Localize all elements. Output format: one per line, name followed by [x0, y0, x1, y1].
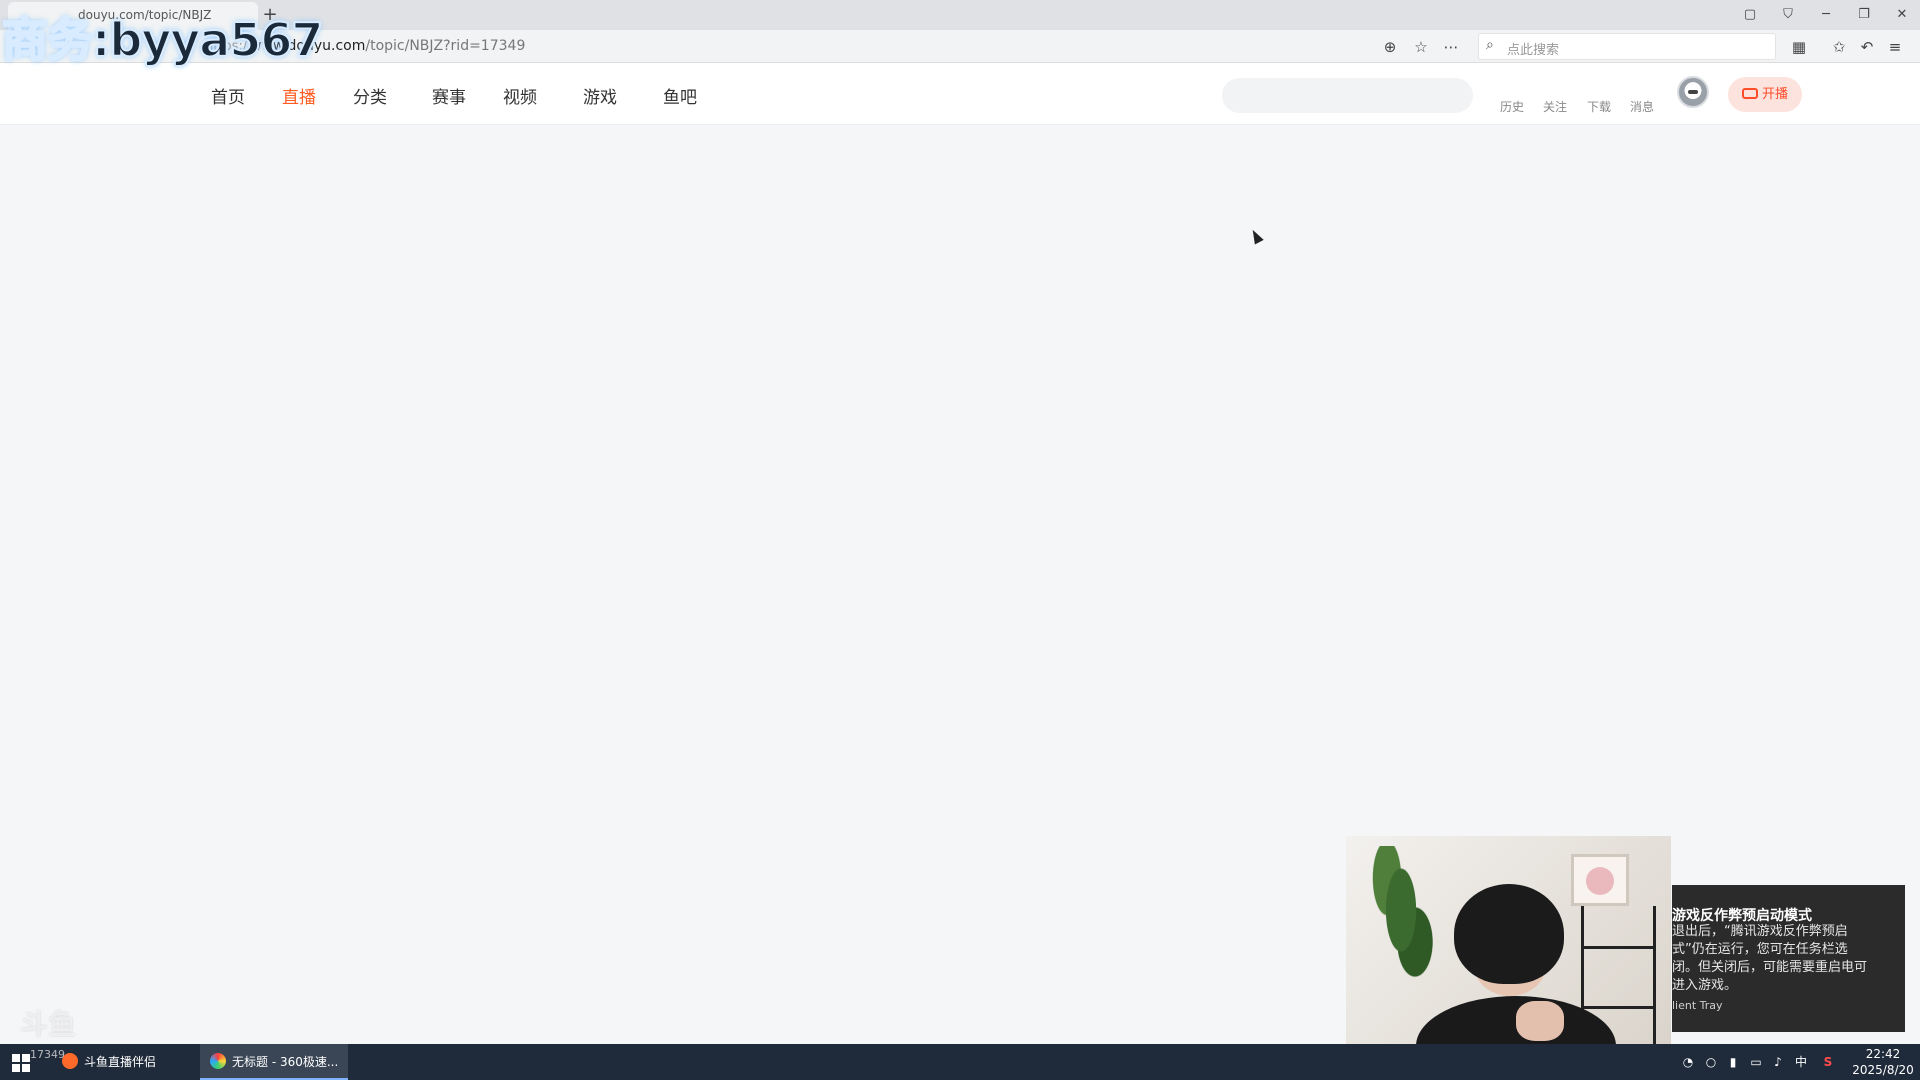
volume-icon[interactable]: ♪: [1770, 1054, 1786, 1070]
camera-icon: [1741, 88, 1758, 99]
nav-category[interactable]: 分类: [353, 83, 387, 108]
window-count-icon[interactable]: ▢: [1736, 4, 1764, 26]
taskbar-app-label: 斗鱼直播伴侣: [84, 1055, 157, 1069]
restore-button[interactable]: ❐: [1850, 4, 1878, 26]
nav-live[interactable]: 直播: [282, 83, 316, 108]
sogou-input-icon[interactable]: S: [1820, 1054, 1836, 1070]
clock-time: 22:42: [1865, 1047, 1901, 1061]
close-button[interactable]: ✕: [1888, 4, 1916, 26]
tray-game-icon[interactable]: ◔: [1680, 1054, 1696, 1070]
avatar[interactable]: [1677, 76, 1709, 108]
desktop-room-id: 17349: [30, 1048, 65, 1061]
browser-app-icon: [210, 1053, 226, 1069]
nav-events[interactable]: 赛事: [432, 83, 466, 108]
windows-start-icon[interactable]: [12, 1054, 30, 1072]
notification-source: lient Tray: [1672, 999, 1723, 1012]
history-link[interactable]: 历史: [1500, 98, 1524, 115]
browser-search-box[interactable]: ⌕ 点此搜索: [1478, 33, 1776, 60]
notification-title: 游戏反作弊预启动模式: [1672, 908, 1812, 924]
notification-toast[interactable]: 游戏反作弊预启动模式 退出后，“腾讯游戏反作弊预启式”仍在运行，您可在任务栏选闭…: [1672, 885, 1905, 1032]
undo-icon[interactable]: ↶: [1857, 37, 1877, 57]
nav-video[interactable]: 视频: [503, 83, 537, 108]
more-icon[interactable]: ⋯: [1441, 37, 1461, 57]
taskbar: 斗鱼直播伴侣 无标题 - 360极速... ◔ ○ ▮ ▭ ♪ 中 S 22:4…: [0, 1044, 1920, 1080]
site-search-input[interactable]: [1222, 78, 1473, 113]
notification-body: 退出后，“腾讯游戏反作弊预启式”仍在运行，您可在任务栏选闭。但关闭后，可能需要重…: [1672, 924, 1868, 993]
microphone-icon[interactable]: ▮: [1725, 1054, 1741, 1070]
url-input[interactable]: https:// www.douyu.com/topic/NBJZ?rid=17…: [185, 33, 1465, 60]
url-path: /topic/NBJZ?rid=17349: [365, 38, 526, 54]
menu-icon[interactable]: ≡: [1885, 37, 1905, 57]
bookmark-star-icon[interactable]: ☆: [1411, 37, 1431, 57]
taskbar-app-label: 无标题 - 360极速...: [232, 1055, 339, 1069]
site-header: 首页 直播 分类 赛事 视频 游戏 鱼吧 历史 关注 下载 消息 开播: [0, 63, 1920, 125]
taskbar-clock[interactable]: 22:42 2025/8/20: [1850, 1046, 1916, 1078]
taskbar-app-douyu[interactable]: 斗鱼直播伴侣: [52, 1044, 194, 1080]
nav-home[interactable]: 首页: [211, 83, 245, 108]
apps-grid-icon[interactable]: ▦: [1789, 37, 1809, 57]
ime-indicator[interactable]: 中: [1793, 1054, 1809, 1070]
minimize-button[interactable]: ─: [1812, 4, 1840, 26]
follow-link[interactable]: 关注: [1543, 98, 1567, 115]
zoom-icon[interactable]: ⊕: [1380, 37, 1400, 57]
search-icon: ⌕: [1486, 37, 1494, 53]
download-link[interactable]: 下载: [1587, 98, 1611, 115]
tray-360-icon[interactable]: ○: [1703, 1054, 1719, 1070]
start-live-button[interactable]: 开播: [1728, 77, 1802, 112]
shirt-icon[interactable]: ⛉: [1774, 4, 1802, 26]
watermark-text: 商务:byya567: [1, 12, 324, 68]
nav-yuba[interactable]: 鱼吧: [663, 83, 697, 108]
taskbar-app-browser[interactable]: 无标题 - 360极速...: [200, 1044, 348, 1080]
clock-date: 2025/8/20: [1852, 1063, 1914, 1077]
start-live-label: 开播: [1761, 87, 1788, 102]
desktop-logo-icon: 斗鱼: [20, 1008, 77, 1041]
network-icon[interactable]: ▭: [1748, 1054, 1764, 1070]
favorites-icon[interactable]: ✩: [1829, 37, 1849, 57]
messages-link[interactable]: 消息: [1630, 98, 1654, 115]
browser-search-placeholder: 点此搜索: [1507, 43, 1560, 58]
nav-games[interactable]: 游戏: [583, 83, 617, 108]
